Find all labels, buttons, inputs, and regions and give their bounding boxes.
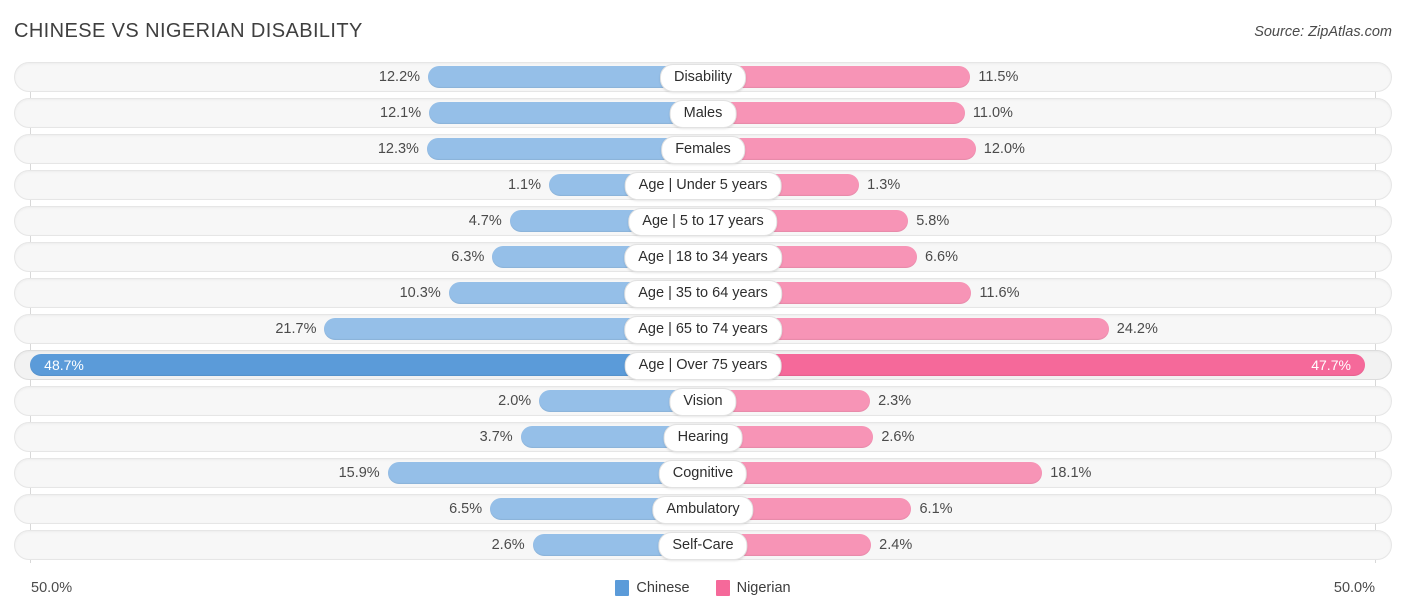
table-row[interactable]: 2.0% 2.3% Vision bbox=[0, 386, 1406, 416]
value-label-left: 3.7% bbox=[479, 429, 513, 445]
category-label[interactable]: Age | 35 to 64 years bbox=[624, 280, 782, 308]
category-label[interactable]: Age | 65 to 74 years bbox=[624, 316, 782, 344]
value-label-left: 1.1% bbox=[507, 177, 542, 193]
bar-left-chinese[interactable] bbox=[429, 102, 703, 124]
source-attribution: Source: ZipAtlas.com bbox=[1254, 24, 1392, 40]
table-row[interactable]: 21.7% 24.2% Age | 65 to 74 years bbox=[0, 314, 1406, 344]
value-label-right: 12.0% bbox=[983, 141, 1025, 157]
category-label[interactable]: Cognitive bbox=[658, 460, 748, 488]
value-label-left: 4.7% bbox=[468, 213, 502, 229]
value-label-left: 15.9% bbox=[338, 465, 380, 481]
value-label-left: 10.3% bbox=[399, 285, 441, 301]
value-label-right: 47.7% bbox=[1311, 357, 1351, 373]
value-label-left: 2.6% bbox=[491, 537, 525, 553]
bar-right-nigerian[interactable] bbox=[703, 354, 1365, 376]
legend: Chinese Nigerian bbox=[0, 580, 1406, 596]
table-row[interactable]: 2.6% 2.4% Self-Care bbox=[0, 530, 1406, 560]
bar-rows: 12.2% 11.5% Disability 12.1% 11.0% Males 12.3%… bbox=[0, 62, 1406, 566]
category-label[interactable]: Age | Under 5 years bbox=[624, 172, 782, 200]
value-label-left: 2.0% bbox=[498, 393, 532, 409]
value-label-left: 12.1% bbox=[380, 105, 422, 121]
table-row[interactable]: 10.3% 11.6% Age | 35 to 64 years bbox=[0, 278, 1406, 308]
table-row[interactable]: 12.2% 11.5% Disability bbox=[0, 62, 1406, 92]
table-row[interactable]: 12.1% 11.0% Males bbox=[0, 98, 1406, 128]
value-label-right: 5.8% bbox=[916, 213, 950, 229]
value-label-left: 6.3% bbox=[451, 249, 485, 265]
chart-header: CHINESE VS NIGERIAN DISABILITY Source: Z… bbox=[0, 0, 1406, 60]
bar-right-nigerian[interactable] bbox=[703, 102, 965, 124]
table-row[interactable]: 4.7% 5.8% Age | 5 to 17 years bbox=[0, 206, 1406, 236]
table-row[interactable]: 1.1% 1.3% Age | Under 5 years bbox=[0, 170, 1406, 200]
table-row[interactable]: 6.5% 6.1% Ambulatory bbox=[0, 494, 1406, 524]
legend-label: Chinese bbox=[636, 580, 690, 596]
value-label-right: 18.1% bbox=[1050, 465, 1092, 481]
value-label-right: 11.5% bbox=[978, 69, 1019, 85]
value-label-right: 11.6% bbox=[979, 285, 1020, 301]
page-title: CHINESE VS NIGERIAN DISABILITY bbox=[14, 20, 363, 42]
value-label-left: 12.3% bbox=[377, 141, 419, 157]
legend-swatch-icon bbox=[615, 580, 630, 596]
category-label[interactable]: Disability bbox=[659, 64, 747, 92]
bar-right-nigerian[interactable] bbox=[703, 462, 1043, 484]
legend-swatch-icon bbox=[715, 580, 730, 596]
table-row[interactable]: 12.3% 12.0% Females bbox=[0, 134, 1406, 164]
value-label-right: 24.2% bbox=[1116, 321, 1158, 337]
legend-item[interactable]: Nigerian bbox=[715, 580, 791, 596]
value-label-left: 12.2% bbox=[378, 69, 421, 85]
bar-left-chinese[interactable] bbox=[30, 354, 703, 376]
chart-footer: 50.0% 50.0% Chinese Nigerian bbox=[0, 572, 1406, 612]
value-label-right: 2.3% bbox=[878, 393, 912, 409]
value-label-right: 1.3% bbox=[867, 177, 901, 193]
table-row[interactable]: 48.7% 47.7% Age | Over 75 years bbox=[0, 350, 1406, 380]
category-label[interactable]: Age | 5 to 17 years bbox=[628, 208, 778, 236]
value-label-right: 2.4% bbox=[879, 537, 913, 553]
value-label-right: 6.1% bbox=[919, 501, 953, 517]
value-label-right: 6.6% bbox=[924, 249, 958, 265]
plot-area: 12.2% 11.5% Disability 12.1% 11.0% Males 12.3%… bbox=[0, 62, 1406, 567]
value-label-right: 11.0% bbox=[972, 105, 1013, 121]
table-row[interactable]: 3.7% 2.6% Hearing bbox=[0, 422, 1406, 452]
table-row[interactable]: 6.3% 6.6% Age | 18 to 34 years bbox=[0, 242, 1406, 272]
value-label-right: 2.6% bbox=[881, 429, 915, 445]
bar-left-chinese[interactable] bbox=[387, 462, 703, 484]
legend-item[interactable]: Chinese bbox=[615, 580, 690, 596]
category-label[interactable]: Age | Over 75 years bbox=[624, 352, 782, 380]
legend-label: Nigerian bbox=[736, 580, 791, 596]
category-label[interactable]: Males bbox=[669, 100, 737, 128]
category-label[interactable]: Ambulatory bbox=[652, 496, 754, 524]
table-row[interactable]: 15.9% 18.1% Cognitive bbox=[0, 458, 1406, 488]
category-label[interactable]: Age | 18 to 34 years bbox=[624, 244, 782, 272]
value-label-left: 48.7% bbox=[44, 357, 84, 373]
category-label[interactable]: Vision bbox=[669, 388, 737, 416]
value-label-left: 6.5% bbox=[449, 501, 483, 517]
value-label-left: 21.7% bbox=[275, 321, 317, 337]
chart-container: CHINESE VS NIGERIAN DISABILITY Source: Z… bbox=[0, 0, 1406, 612]
category-label[interactable]: Females bbox=[661, 136, 745, 164]
category-label[interactable]: Hearing bbox=[663, 424, 743, 452]
category-label[interactable]: Self-Care bbox=[658, 532, 748, 560]
